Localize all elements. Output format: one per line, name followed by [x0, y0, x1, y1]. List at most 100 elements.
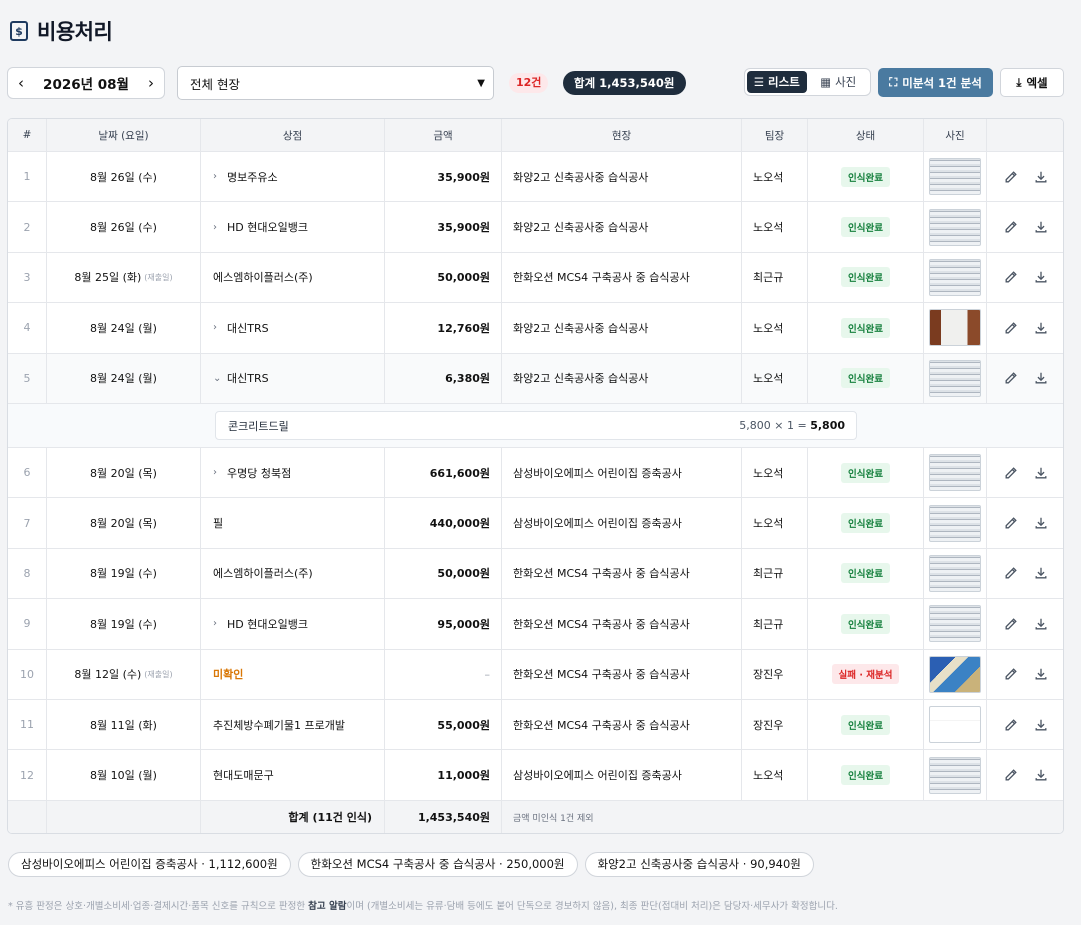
row-date-text: 8월 19일 (수)	[90, 567, 157, 581]
row-date-text: 8월 25일 (화)	[74, 271, 142, 285]
header-photo: 사진	[924, 119, 987, 151]
site-summary-chip[interactable]: 한화오션 MCS4 구축공사 중 습식공사 · 250,000원	[297, 852, 578, 877]
download-icon[interactable]	[1034, 516, 1049, 531]
table-row[interactable]: 1 8월 26일 (수) › 명보주유소 35,900원 화양2고 신축공사중 습식공사 노…	[8, 152, 1063, 203]
edit-icon[interactable]	[1004, 371, 1019, 386]
footnote-suffix: 이며 (개별소비세는 유류·담배 등에도 붙어 단독으로 경보하지 않음), 최…	[346, 901, 838, 912]
next-month-button[interactable]: ›	[148, 74, 154, 92]
total-spacer-no	[8, 800, 47, 833]
detail-item: 콘크리트드릴 5,800 × 1 = 5,800	[215, 411, 857, 440]
table-row[interactable]: 10 8월 12일 (수) (재출일) 미확인 – 한화오션 MCS4 구축공사 중 습식…	[8, 649, 1063, 700]
receipt-thumbnail[interactable]	[929, 359, 981, 397]
chevron-right-icon[interactable]: ›	[213, 222, 221, 233]
row-photo	[924, 152, 987, 202]
receipt-thumbnail[interactable]	[929, 309, 981, 347]
row-site: 삼성바이오에피스 어린이집 증축공사	[502, 448, 742, 498]
edit-icon[interactable]	[1004, 566, 1019, 581]
row-actions	[987, 750, 1063, 799]
row-date-text: 8월 24일 (월)	[90, 372, 157, 386]
receipt-thumbnail[interactable]	[929, 454, 981, 492]
row-lead: 장진우	[742, 649, 808, 699]
download-icon[interactable]	[1034, 169, 1049, 184]
edit-icon[interactable]	[1004, 320, 1019, 335]
receipt-thumbnail[interactable]	[929, 655, 981, 693]
download-icon[interactable]	[1034, 667, 1049, 682]
status-badge: 인식완료	[841, 613, 890, 634]
table-row[interactable]: 12 8월 10일 (월) 현대도매문구 11,000원 삼성바이오에피스 어린이집 증…	[8, 750, 1063, 801]
row-number: 8	[8, 548, 47, 599]
analyze-button[interactable]: ⛶ 미분석 1건 분석	[878, 68, 993, 97]
row-date-text: 8월 26일 (수)	[90, 170, 157, 184]
status-badge: 인식완료	[841, 368, 890, 389]
count-badge: 12건	[509, 73, 549, 93]
row-store: 현대도매문구	[201, 750, 385, 800]
table-row[interactable]: 6 8월 20일 (목) › 우명당 청북점 661,600원 삼성바이오에피스 어린이집…	[8, 448, 1063, 499]
edit-icon[interactable]	[1004, 465, 1019, 480]
row-photo	[924, 252, 987, 303]
chevron-right-icon[interactable]: ›	[213, 171, 221, 182]
download-icon[interactable]	[1034, 270, 1049, 285]
table-row[interactable]: 4 8월 24일 (월) › 대신TRS 12,760원 화양2고 신축공사중 습식공사 노…	[8, 303, 1063, 354]
scan-icon: ⛶	[889, 75, 898, 89]
row-lead: 노오석	[742, 353, 808, 403]
row-number: 12	[8, 750, 47, 800]
receipt-thumbnail[interactable]	[929, 605, 981, 643]
status-badge[interactable]: 실패 · 재분석	[831, 664, 900, 685]
edit-icon[interactable]	[1004, 667, 1019, 682]
receipt-thumbnail[interactable]	[929, 208, 981, 246]
download-icon[interactable]	[1034, 371, 1049, 386]
row-amount: 6,380원	[385, 353, 502, 403]
status-badge: 인식완료	[841, 317, 890, 338]
view-list-button[interactable]: ☰ 리스트	[747, 71, 807, 93]
receipt-thumbnail[interactable]	[929, 158, 981, 196]
row-photo	[924, 498, 987, 548]
row-photo	[924, 649, 987, 699]
row-number: 5	[8, 353, 47, 403]
expense-table: # 날짜 (요일) 상점 금액 현장 팀장 상태 사진 1 8월 26일 (수) ›…	[7, 118, 1064, 834]
table-row[interactable]: 5 8월 24일 (월) ⌄ 대신TRS 6,380원 화양2고 신축공사중 습식공사 노오…	[8, 353, 1063, 404]
excel-button[interactable]: ⤓ 엑셀	[1000, 68, 1064, 97]
download-icon[interactable]	[1034, 717, 1049, 732]
edit-icon[interactable]	[1004, 270, 1019, 285]
chevron-down-icon[interactable]: ⌄	[213, 373, 221, 384]
download-icon[interactable]	[1034, 566, 1049, 581]
edit-icon[interactable]	[1004, 717, 1019, 732]
table-row[interactable]: 9 8월 19일 (수) › HD 현대오일뱅크 95,000원 한화오션 MCS4 구축…	[8, 599, 1063, 650]
download-icon[interactable]	[1034, 220, 1049, 235]
header-lead: 팀장	[742, 119, 808, 151]
table-row[interactable]: 2 8월 26일 (수) › HD 현대오일뱅크 35,900원 화양2고 신축공사중 습…	[8, 202, 1063, 253]
receipt-thumbnail[interactable]	[929, 258, 981, 296]
download-icon[interactable]	[1034, 616, 1049, 631]
download-icon[interactable]	[1034, 768, 1049, 783]
chevron-right-icon[interactable]: ›	[213, 322, 221, 333]
receipt-thumbnail[interactable]	[929, 706, 981, 744]
view-photo-button[interactable]: ▦ 사진	[809, 71, 869, 93]
download-icon[interactable]	[1034, 465, 1049, 480]
table-row[interactable]: 8 8월 19일 (수) 에스엠하이플러스(주) 50,000원 한화오션 MCS4 구…	[8, 548, 1063, 600]
receipt-thumbnail[interactable]	[929, 504, 981, 542]
table-row[interactable]: 3 8월 25일 (화) (재출일) 에스엠하이플러스(주) 50,000원 한화오션 M…	[8, 252, 1063, 304]
receipt-thumbnail[interactable]	[929, 554, 981, 592]
chevron-right-icon[interactable]: ›	[213, 467, 221, 478]
site-summary-chip[interactable]: 삼성바이오에피스 어린이집 증축공사 · 1,112,600원	[8, 852, 291, 877]
prev-month-button[interactable]: ‹	[18, 74, 24, 92]
table-row[interactable]: 7 8월 20일 (목) 필 440,000원 삼성바이오에피스 어린이집 증축공사 노오…	[8, 498, 1063, 549]
row-date: 8월 24일 (월)	[47, 303, 201, 353]
analyze-label: 미분석 1건 분석	[902, 75, 982, 90]
row-date-sub: (재출일)	[144, 669, 173, 679]
table-row[interactable]: 11 8월 11일 (화) 추진체방수폐기물1 프로개발 55,000원 한화오션 MC…	[8, 700, 1063, 751]
row-actions	[987, 354, 1063, 403]
row-number: 2	[8, 202, 47, 252]
edit-icon[interactable]	[1004, 220, 1019, 235]
edit-icon[interactable]	[1004, 616, 1019, 631]
site-summary-chip[interactable]: 화양2고 신축공사중 습식공사 · 90,940원	[584, 852, 814, 877]
download-icon[interactable]	[1034, 320, 1049, 335]
edit-icon[interactable]	[1004, 516, 1019, 531]
row-site: 한화오션 MCS4 구축공사 중 습식공사	[502, 548, 742, 599]
receipt-thumbnail[interactable]	[929, 756, 981, 794]
edit-icon[interactable]	[1004, 768, 1019, 783]
row-status: 인식완료	[808, 548, 924, 599]
site-filter-select[interactable]: 전체 현장 ▼	[177, 66, 494, 100]
chevron-right-icon[interactable]: ›	[213, 618, 221, 629]
edit-icon[interactable]	[1004, 169, 1019, 184]
